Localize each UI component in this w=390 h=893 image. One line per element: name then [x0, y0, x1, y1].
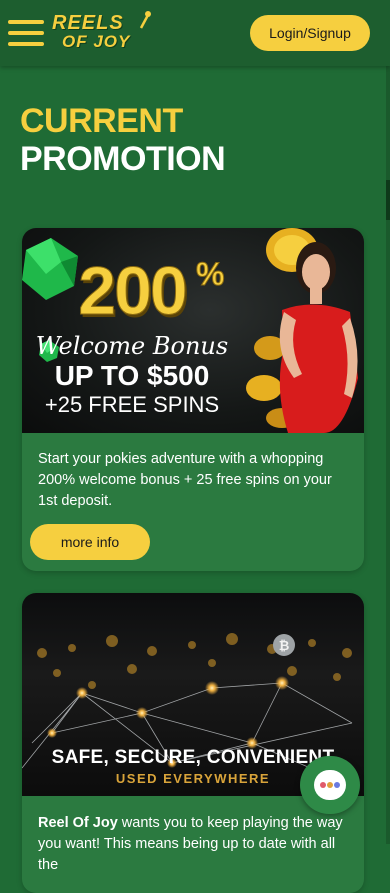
page-title-line1: CURRENT — [20, 102, 183, 140]
chat-button[interactable] — [300, 756, 360, 814]
brand-logo[interactable]: REELS OF JOY — [52, 10, 152, 56]
login-signup-button[interactable]: Login/Signup — [250, 15, 370, 51]
more-info-button[interactable]: more info — [30, 524, 150, 560]
slot-lever-icon — [139, 11, 151, 29]
promo-model-image — [279, 242, 358, 433]
page-title-line2: PROMOTION — [20, 140, 226, 178]
promotion-banner-welcome[interactable]: 200 % Welcome Bonus UP TO $500 +25 FREE … — [22, 228, 364, 433]
scrollbar-thumb[interactable] — [386, 180, 390, 220]
free-spins-text: +25 FREE SPINS — [44, 392, 220, 417]
welcome-bonus-text: Welcome Bonus — [35, 332, 229, 360]
top-header: REELS OF JOY Login/Signup — [0, 0, 390, 66]
promotion-card-welcome: 200 % Welcome Bonus UP TO $500 +25 FREE … — [22, 228, 364, 571]
page-title: CURRENT PROMOTION — [20, 102, 226, 178]
svg-text:₿: ₿ — [279, 639, 290, 654]
bonus-percent-sign: % — [195, 256, 225, 293]
brand-name: Reel Of Joy — [38, 815, 118, 831]
bonus-amount-text: UP TO $500 — [54, 360, 210, 391]
menu-icon[interactable] — [8, 20, 44, 46]
logo-text-line2: OF JOY — [62, 32, 131, 51]
promotion-card-crypto: ₿ SAFE, SECURE, CONVENIENT USED EVERYWHE… — [22, 593, 364, 893]
chat-icon — [314, 770, 346, 800]
promotion-description: Start your pokies adventure with a whopp… — [38, 451, 332, 509]
promotion-description: Reel Of Joy wants you to keep playing th… — [38, 813, 356, 876]
